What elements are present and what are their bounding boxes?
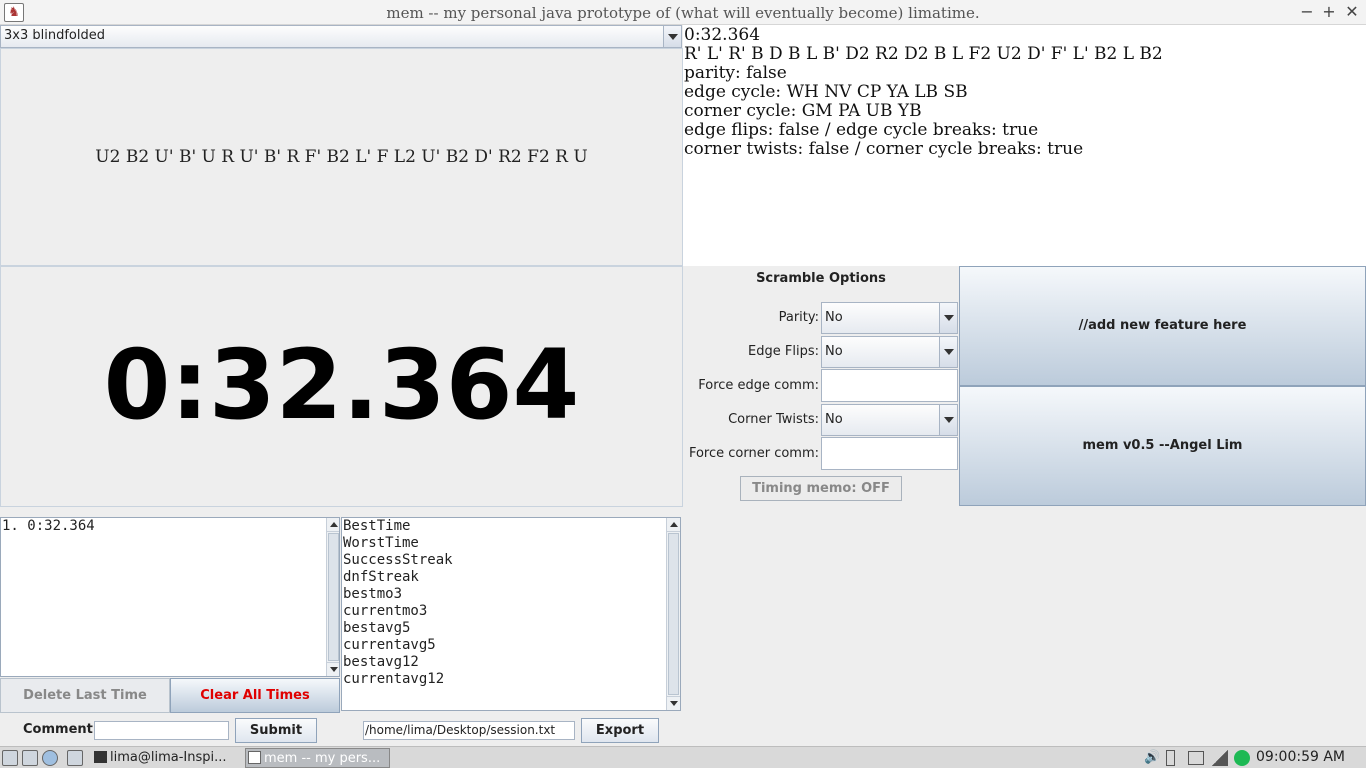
close-button[interactable]: ✕ — [1341, 2, 1363, 22]
force-corner-label: Force corner comm: — [688, 446, 819, 461]
spotify-icon[interactable] — [1234, 750, 1250, 766]
taskbar: lima@lima-Inspi... mem -- my pers... 🔊 0… — [0, 746, 1366, 768]
times-scrollbar[interactable] — [326, 518, 339, 676]
puzzle-type-value: 3x3 blindfolded — [4, 28, 105, 43]
about-button[interactable]: mem v0.5 --Angel Lim — [959, 386, 1366, 506]
scramble-text: U2 B2 U' B' U R U' B' R F' B2 L' F L2 U'… — [95, 147, 588, 167]
browser-icon[interactable] — [42, 750, 58, 766]
list-item[interactable]: 1. 0:32.364 — [2, 518, 339, 535]
force-corner-input[interactable] — [821, 437, 958, 470]
parity-label: Parity: — [778, 310, 819, 325]
menu-icon[interactable] — [2, 750, 18, 766]
chevron-down-icon[interactable] — [939, 405, 957, 435]
app-icon — [248, 751, 261, 764]
parity-select[interactable]: No — [821, 302, 958, 334]
scramble-options-heading: Scramble Options — [756, 271, 886, 286]
parity-value: No — [825, 310, 843, 325]
task-terminal[interactable]: lima@lima-Inspi... — [92, 748, 242, 768]
info-scramble: R' L' R' B D B L B' D2 R2 D2 B L F2 U2 D… — [684, 44, 1163, 64]
export-button[interactable]: Export — [581, 718, 659, 743]
times-list[interactable]: 1. 0:32.364 — [0, 517, 340, 677]
corner-twists-label: Corner Twists: — [728, 412, 819, 427]
clock[interactable]: 09:00:59 AM — [1256, 749, 1345, 765]
scroll-up-icon[interactable] — [667, 518, 680, 532]
list-item[interactable]: WorstTime — [343, 535, 680, 552]
window-title: mem -- my personal java prototype of (wh… — [386, 4, 980, 22]
file-manager-icon[interactable] — [22, 750, 38, 766]
scroll-down-icon[interactable] — [667, 696, 680, 710]
comment-input[interactable] — [94, 721, 229, 740]
force-edge-input[interactable] — [821, 369, 958, 402]
desktop-icon[interactable] — [67, 750, 83, 766]
list-item[interactable]: dnfStreak — [343, 569, 680, 586]
edge-flips-select[interactable]: No — [821, 336, 958, 368]
info-edge-cycle: edge cycle: WH NV CP YA LB SB — [684, 82, 968, 102]
add-feature-button[interactable]: //add new feature here — [959, 266, 1366, 386]
submit-button[interactable]: Submit — [235, 718, 317, 743]
export-path-input[interactable]: /home/lima/Desktop/session.txt — [363, 721, 575, 740]
force-edge-label: Force edge comm: — [698, 378, 819, 393]
delete-last-time-button[interactable]: Delete Last Time — [0, 678, 170, 713]
task-terminal-label: lima@lima-Inspi... — [110, 750, 227, 765]
volume-icon[interactable]: 🔊 — [1144, 750, 1160, 766]
list-item[interactable]: bestavg12 — [343, 654, 680, 671]
task-mem-label: mem -- my pers... — [264, 751, 381, 766]
list-item[interactable]: bestmo3 — [343, 586, 680, 603]
timing-memo-button[interactable]: Timing memo: OFF — [740, 476, 902, 501]
keyboard-icon[interactable] — [1188, 751, 1204, 765]
edge-flips-label: Edge Flips: — [748, 344, 819, 359]
title-bar: ♞ mem -- my personal java prototype of (… — [0, 0, 1366, 25]
stats-scrollbar[interactable] — [666, 518, 680, 710]
chevron-down-icon[interactable] — [939, 303, 957, 333]
info-corner-cycle: corner cycle: GM PA UB YB — [684, 101, 922, 121]
puzzle-type-select[interactable]: 3x3 blindfolded — [0, 25, 682, 48]
task-mem[interactable]: mem -- my pers... — [245, 748, 390, 768]
info-time: 0:32.364 — [684, 25, 761, 45]
clear-all-times-button[interactable]: Clear All Times — [170, 678, 340, 713]
list-item[interactable]: currentmo3 — [343, 603, 680, 620]
corner-twists-select[interactable]: No — [821, 404, 958, 436]
network-icon[interactable] — [1212, 750, 1228, 766]
list-item[interactable]: currentavg5 — [343, 637, 680, 654]
timer-display: 0:32.364 — [103, 329, 580, 441]
info-parity: parity: false — [684, 63, 787, 83]
info-edge-flips: edge flips: false / edge cycle breaks: t… — [684, 120, 1039, 140]
info-corner-twists: corner twists: false / corner cycle brea… — [684, 139, 1084, 159]
list-item[interactable]: SuccessStreak — [343, 552, 680, 569]
scroll-down-icon[interactable] — [327, 662, 339, 676]
scramble-panel: U2 B2 U' B' U R U' B' R F' B2 L' F L2 U'… — [0, 48, 683, 266]
list-item[interactable]: currentavg12 — [343, 671, 680, 688]
corner-twists-value: No — [825, 412, 843, 427]
chevron-down-icon[interactable] — [939, 337, 957, 367]
terminal-icon — [94, 751, 107, 763]
scroll-up-icon[interactable] — [327, 518, 339, 532]
comment-label: Comment — [23, 722, 93, 737]
list-item[interactable]: BestTime — [343, 518, 680, 535]
scroll-thumb[interactable] — [668, 533, 679, 695]
list-item[interactable]: bestavg5 — [343, 620, 680, 637]
solve-info-area[interactable]: 0:32.364 R' L' R' B D B L B' D2 R2 D2 B … — [683, 25, 1366, 266]
scroll-thumb[interactable] — [328, 533, 339, 661]
maximize-button[interactable]: + — [1318, 2, 1340, 22]
chevron-down-icon[interactable] — [663, 26, 681, 47]
edge-flips-value: No — [825, 344, 843, 359]
minimize-button[interactable]: − — [1296, 2, 1318, 22]
stats-list[interactable]: BestTime WorstTime SuccessStreak dnfStre… — [341, 517, 681, 711]
timer-panel[interactable]: 0:32.364 — [0, 266, 683, 507]
battery-icon[interactable] — [1166, 750, 1175, 766]
